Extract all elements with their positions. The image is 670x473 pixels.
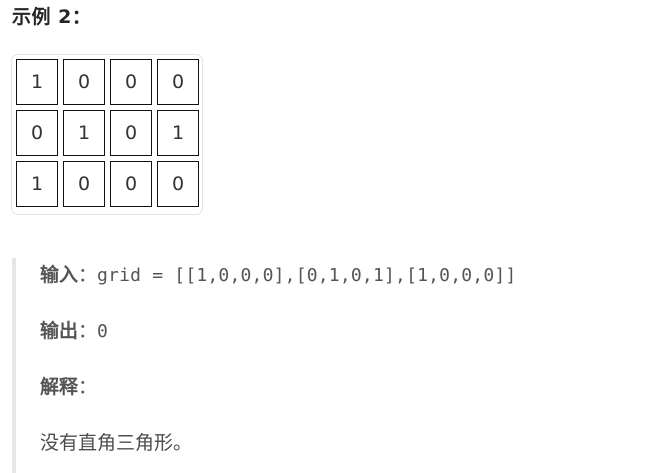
example-heading: 示例 2： [12,6,92,28]
grid-cell: 0 [157,59,199,105]
input-line: 输入：grid = [[1,0,0,0],[0,1,0,1],[1,0,0,0]… [40,262,516,289]
grid-cell: 0 [157,161,199,207]
output-line: 输出：0 [40,318,108,345]
grid-cell: 1 [16,59,58,105]
input-label: 输入 [40,264,79,286]
grid-cell: 0 [63,59,105,105]
output-label: 输出 [40,320,79,342]
grid-row: 0 1 0 1 [16,110,199,156]
grid-cell: 0 [63,161,105,207]
explanation-colon: ： [78,376,98,398]
example-blockquote: 输入：grid = [[1,0,0,0],[0,1,0,1],[1,0,0,0]… [12,258,662,473]
grid-cell: 0 [110,161,152,207]
input-colon: ： [78,264,98,286]
explanation-label: 解释 [40,376,79,398]
output-value: 0 [97,321,109,342]
grid-cell: 0 [110,110,152,156]
grid-image: 1 0 0 0 0 1 0 1 1 0 0 0 [11,54,203,215]
input-value: grid = [[1,0,0,0],[0,1,0,1],[1,0,0,0]] [97,265,517,286]
grid-cell: 1 [16,161,58,207]
grid-cell: 1 [63,110,105,156]
grid-cell: 0 [16,110,58,156]
grid-table: 1 0 0 0 0 1 0 1 1 0 0 0 [16,59,199,212]
explanation-text: 没有直角三角形。 [40,432,193,454]
output-colon: ： [78,320,98,342]
explanation-line: 解释： [40,374,97,400]
grid-row: 1 0 0 0 [16,59,199,105]
grid-cell: 1 [157,110,199,156]
grid-row: 1 0 0 0 [16,161,199,207]
grid-cell: 0 [110,59,152,105]
